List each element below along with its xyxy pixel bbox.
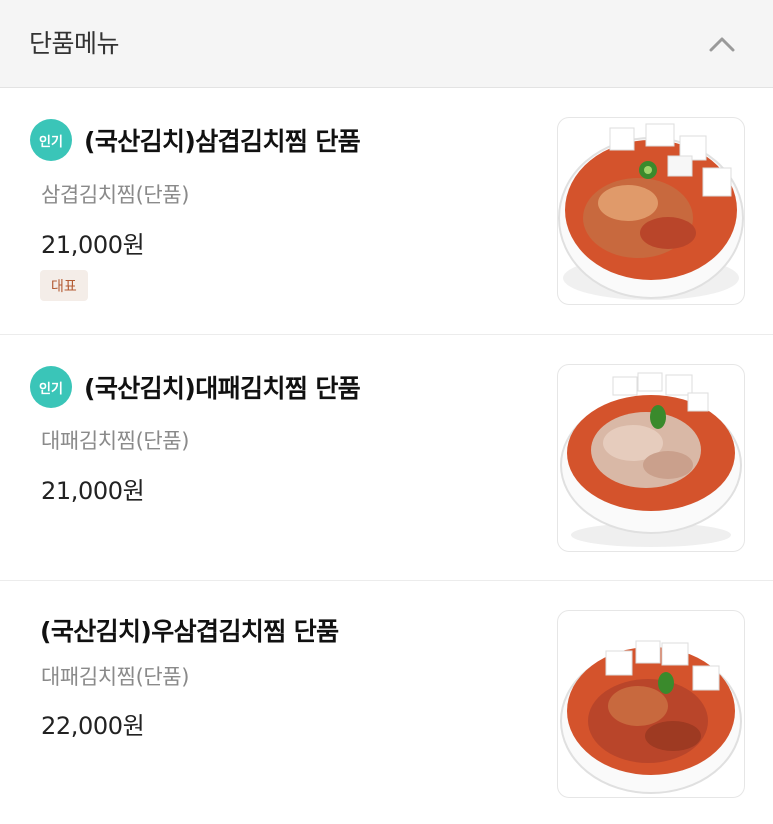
item-title-row: (국산김치)우삼겹김치찜 단품 (40, 612, 339, 648)
kimchi-stew-image (558, 123, 744, 300)
item-price: 22,000원 (41, 712, 145, 740)
item-title-row: 인기 (국산김치)대패김치찜 단품 (30, 366, 361, 408)
item-price: 21,000원 (41, 477, 145, 505)
menu-item[interactable]: (국산김치)우삼겹김치찜 단품 대패김치찜(단품) 22,000원 (0, 581, 773, 824)
item-description: 삼겹김치찜(단품) (41, 183, 190, 207)
section-header[interactable]: 단품메뉴 (0, 0, 773, 88)
popular-badge: 인기 (30, 119, 72, 161)
kimchi-stew-image (560, 640, 742, 794)
menu-item[interactable]: 인기 (국산김치)삼겹김치찜 단품 삼겹김치찜(단품) 21,000원 대표 (0, 88, 773, 335)
item-thumbnail[interactable] (557, 117, 745, 305)
item-title-row: 인기 (국산김치)삼겹김치찜 단품 (30, 119, 361, 161)
collapse-button[interactable] (700, 26, 744, 62)
kimchi-stew-image (560, 372, 742, 547)
item-thumbnail[interactable] (557, 364, 745, 552)
popular-badge: 인기 (30, 366, 72, 408)
item-name: (국산김치)대패김치찜 단품 (84, 374, 361, 403)
item-thumbnail[interactable] (557, 610, 745, 798)
representative-tag: 대표 (40, 270, 88, 301)
section-title: 단품메뉴 (29, 29, 120, 58)
item-price: 21,000원 (41, 231, 145, 259)
menu-item[interactable]: 인기 (국산김치)대패김치찜 단품 대패김치찜(단품) 21,000원 (0, 335, 773, 581)
item-name: (국산김치)우삼겹김치찜 단품 (40, 617, 339, 646)
chevron-up-icon (709, 37, 735, 52)
item-name: (국산김치)삼겹김치찜 단품 (84, 127, 361, 156)
item-description: 대패김치찜(단품) (41, 665, 190, 689)
item-description: 대패김치찜(단품) (41, 429, 190, 453)
